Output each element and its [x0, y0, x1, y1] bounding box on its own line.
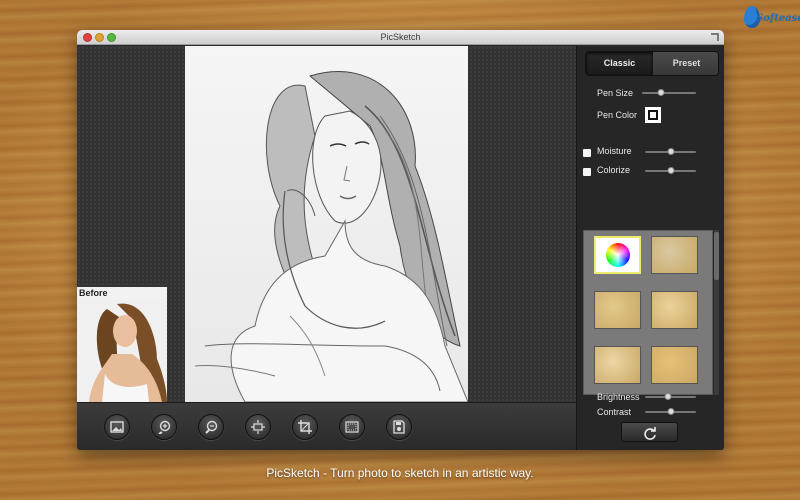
title-bar: PicSketch	[77, 30, 724, 45]
texture-scrollbar-thumb[interactable]	[714, 232, 719, 280]
colorize-slider-thumb[interactable]	[667, 167, 674, 174]
mode-segmented-control: Classic Preset	[585, 51, 719, 76]
pen-size-slider[interactable]	[642, 87, 696, 99]
before-label: Before	[79, 288, 108, 298]
moisture-slider-thumb[interactable]	[667, 148, 674, 155]
zoom-in-icon	[158, 420, 171, 434]
colorize-slider[interactable]	[645, 165, 696, 177]
open-image-button[interactable]	[104, 414, 130, 440]
window-title: PicSketch	[380, 32, 421, 42]
texture-tile-texture-4[interactable]	[594, 346, 641, 384]
texture-tile-color-wheel[interactable]	[594, 236, 641, 274]
texture-tile-texture-3[interactable]	[651, 291, 698, 329]
fullscreen-icon[interactable]	[711, 33, 719, 41]
colorize-label: Colorize	[597, 165, 631, 175]
texture-tile-texture-2[interactable]	[594, 291, 641, 329]
app-window: PicSketch Before Classic Preset Pen Size…	[77, 30, 724, 450]
zoom-out-button[interactable]	[198, 414, 224, 440]
zoom-in-button[interactable]	[151, 414, 177, 440]
moisture-slider[interactable]	[645, 146, 696, 158]
caption: PicSketch - Turn photo to sketch in an a…	[266, 466, 534, 480]
texture-gallery	[583, 230, 713, 395]
moisture-label: Moisture	[597, 146, 632, 156]
reset-button[interactable]	[621, 422, 678, 442]
texture-tile-texture-5[interactable]	[651, 346, 698, 384]
tab-classic[interactable]: Classic	[586, 52, 653, 75]
softease-logo: Softease	[740, 4, 800, 34]
frame-icon	[345, 421, 359, 433]
contrast-slider[interactable]	[645, 406, 696, 418]
zoom-out-icon	[205, 420, 218, 434]
brightness-slider-thumb[interactable]	[664, 393, 672, 400]
crop-icon	[298, 420, 312, 434]
fit-to-window-button[interactable]	[245, 414, 271, 440]
texture-tile-texture-1[interactable]	[651, 236, 698, 274]
pen-size-slider-thumb[interactable]	[657, 89, 665, 96]
pen-color-swatch[interactable]	[645, 107, 661, 123]
pen-color-label: Pen Color	[597, 110, 638, 120]
before-preview: Before	[77, 287, 167, 402]
tab-preset[interactable]: Preset	[653, 52, 718, 75]
refresh-icon	[644, 427, 656, 440]
pen-size-label: Pen Size	[597, 88, 634, 98]
fit-to-window-icon	[251, 420, 265, 434]
brightness-slider[interactable]	[645, 391, 696, 403]
crop-button[interactable]	[292, 414, 318, 440]
before-photo	[77, 299, 167, 402]
sketch-drawing	[194, 71, 468, 402]
settings-panel: Classic Preset Pen Size Pen Color Moistu…	[576, 46, 724, 450]
moisture-checkbox[interactable]	[583, 149, 591, 157]
open-image-icon	[110, 421, 124, 433]
contrast-slider-thumb[interactable]	[667, 408, 674, 415]
colorize-checkbox[interactable]	[583, 168, 591, 176]
brightness-label: Brightness	[597, 392, 640, 402]
color-wheel-icon	[606, 243, 630, 267]
texture-scrollbar[interactable]	[714, 230, 719, 395]
frame-button[interactable]	[339, 414, 365, 440]
canvas-area[interactable]: Before	[77, 46, 576, 402]
bottom-toolbar	[77, 402, 576, 450]
save-icon	[393, 420, 405, 434]
contrast-label: Contrast	[597, 407, 632, 417]
sketch-preview[interactable]	[185, 46, 468, 402]
save-button[interactable]	[386, 414, 412, 440]
logo-text: Softease	[756, 13, 800, 24]
